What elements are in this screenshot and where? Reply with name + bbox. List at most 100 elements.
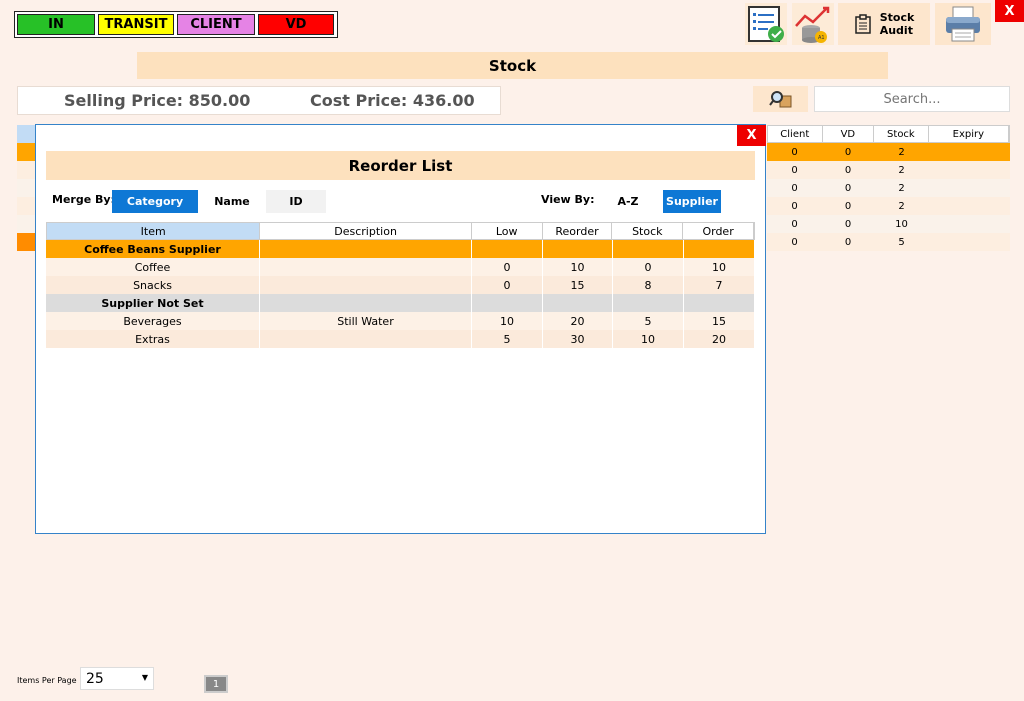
selling-price: Selling Price: 850.00 (64, 91, 251, 110)
group-name: Coffee Beans Supplier (46, 240, 260, 258)
cell: 0 (791, 236, 798, 248)
clipboard-icon (854, 14, 871, 34)
col-stock[interactable]: Stock (874, 126, 929, 142)
cell: 7 (684, 276, 755, 294)
col-description[interactable]: Description (260, 223, 472, 239)
cell: Extras (46, 330, 260, 348)
cell (929, 179, 1010, 197)
cell: 0 (844, 236, 852, 248)
cell (543, 294, 613, 312)
filter-vd-button[interactable]: VD (258, 14, 334, 35)
table-row[interactable]: 0 0 2 (767, 197, 1010, 215)
bg-table-row-sliver (17, 161, 37, 179)
stock-table: Client VD Stock Expiry 0 0 2 0 0 2 0 0 2… (767, 125, 1010, 251)
merge-name-button[interactable]: Name (202, 190, 262, 213)
col-low[interactable]: Low (472, 223, 543, 239)
bg-table-row-sliver (17, 197, 37, 215)
cell: 10 (472, 312, 543, 330)
items-per-page-label: Items Per Page (17, 676, 77, 685)
cell: Snacks (46, 276, 260, 294)
stock-trend-button[interactable]: A1 (792, 3, 834, 45)
reorder-table-header: Item Description Low Reorder Stock Order (46, 222, 755, 240)
page-button[interactable]: 1 (204, 675, 228, 693)
stock-audit-label-2: Audit (879, 24, 913, 37)
cell (929, 161, 1010, 179)
table-row[interactable]: 0 0 10 (767, 215, 1010, 233)
cell: 0 (844, 164, 852, 176)
close-window-button[interactable]: X (995, 0, 1024, 22)
view-supplier-button[interactable]: Supplier (663, 190, 721, 213)
filter-in-button[interactable]: IN (17, 14, 95, 35)
bg-table-row-sliver (17, 179, 37, 197)
print-button[interactable] (935, 3, 991, 45)
cell: Still Water (260, 312, 472, 330)
bg-table-row-sliver (17, 143, 37, 161)
table-row[interactable]: Beverages Still Water 10 20 5 15 (46, 312, 755, 330)
cell (260, 258, 472, 276)
search-input[interactable] (814, 86, 1010, 112)
col-reorder[interactable]: Reorder (543, 223, 613, 239)
items-per-page-select[interactable]: 25 ▼ (80, 667, 154, 690)
cell: 0 (791, 146, 798, 158)
cell: 10 (895, 218, 908, 230)
items-per-page-value: 25 (86, 670, 104, 687)
view-az-button[interactable]: A-Z (602, 190, 654, 213)
cell: 0 (844, 200, 852, 212)
group-name: Supplier Not Set (46, 294, 260, 312)
dialog-title: Reorder List (46, 151, 755, 180)
merge-category-button[interactable]: Category (112, 190, 198, 213)
cell: 15 (543, 276, 613, 294)
cell: 0 (844, 182, 852, 194)
table-row[interactable]: 0 0 2 (767, 179, 1010, 197)
bg-table-header-sliver (17, 125, 37, 143)
table-row[interactable]: 0 0 2 (767, 161, 1010, 179)
cell: 10 (613, 330, 684, 348)
svg-text:A1: A1 (818, 35, 825, 41)
group-row[interactable]: Coffee Beans Supplier (46, 240, 755, 258)
stock-audit-label-1: Stock (879, 11, 915, 24)
stock-audit-button[interactable]: Stock Audit (838, 3, 930, 45)
bg-table-row-sliver (17, 233, 37, 251)
col-expiry[interactable]: Expiry (929, 126, 1009, 142)
col-order[interactable]: Order (683, 223, 754, 239)
close-dialog-button[interactable]: X (737, 125, 766, 146)
cell (543, 240, 613, 258)
table-row[interactable]: Snacks 0 15 8 7 (46, 276, 755, 294)
cell (260, 330, 472, 348)
cell: 0 (613, 258, 684, 276)
status-filter-group: IN TRANSIT CLIENT VD (14, 11, 338, 38)
group-row[interactable]: Supplier Not Set (46, 294, 755, 312)
col-client[interactable]: Client (768, 126, 823, 142)
cell: 0 (791, 164, 798, 176)
cell: 0 (844, 218, 852, 230)
cell: 0 (791, 218, 798, 230)
filter-transit-button[interactable]: TRANSIT (98, 14, 174, 35)
col-vd[interactable]: VD (823, 126, 875, 142)
cell (929, 233, 1010, 251)
chart-database-icon: A1 (795, 6, 830, 43)
cell (613, 240, 684, 258)
page-title: Stock (137, 52, 888, 79)
col-item[interactable]: Item (47, 223, 261, 239)
approve-list-button[interactable] (745, 3, 787, 45)
cell: 2 (898, 164, 905, 176)
reorder-table: Item Description Low Reorder Stock Order… (46, 222, 755, 348)
col-stock[interactable]: Stock (612, 223, 684, 239)
table-row[interactable]: Extras 5 30 10 20 (46, 330, 755, 348)
cell: 0 (472, 276, 543, 294)
table-row[interactable]: Coffee 0 10 0 10 (46, 258, 755, 276)
cell (929, 197, 1010, 215)
cell: 2 (898, 182, 905, 194)
cell (613, 294, 684, 312)
cell: 15 (684, 312, 755, 330)
table-row[interactable]: 0 0 2 (767, 143, 1010, 161)
filter-client-button[interactable]: CLIENT (177, 14, 255, 35)
cell: 0 (472, 258, 543, 276)
cell: 20 (543, 312, 613, 330)
advanced-filter-button[interactable] (753, 86, 808, 112)
view-by-label: View By: (541, 193, 595, 206)
table-row[interactable]: 0 0 5 (767, 233, 1010, 251)
merge-id-button[interactable]: ID (266, 190, 326, 213)
cell: 30 (543, 330, 613, 348)
cell: 5 (472, 330, 543, 348)
